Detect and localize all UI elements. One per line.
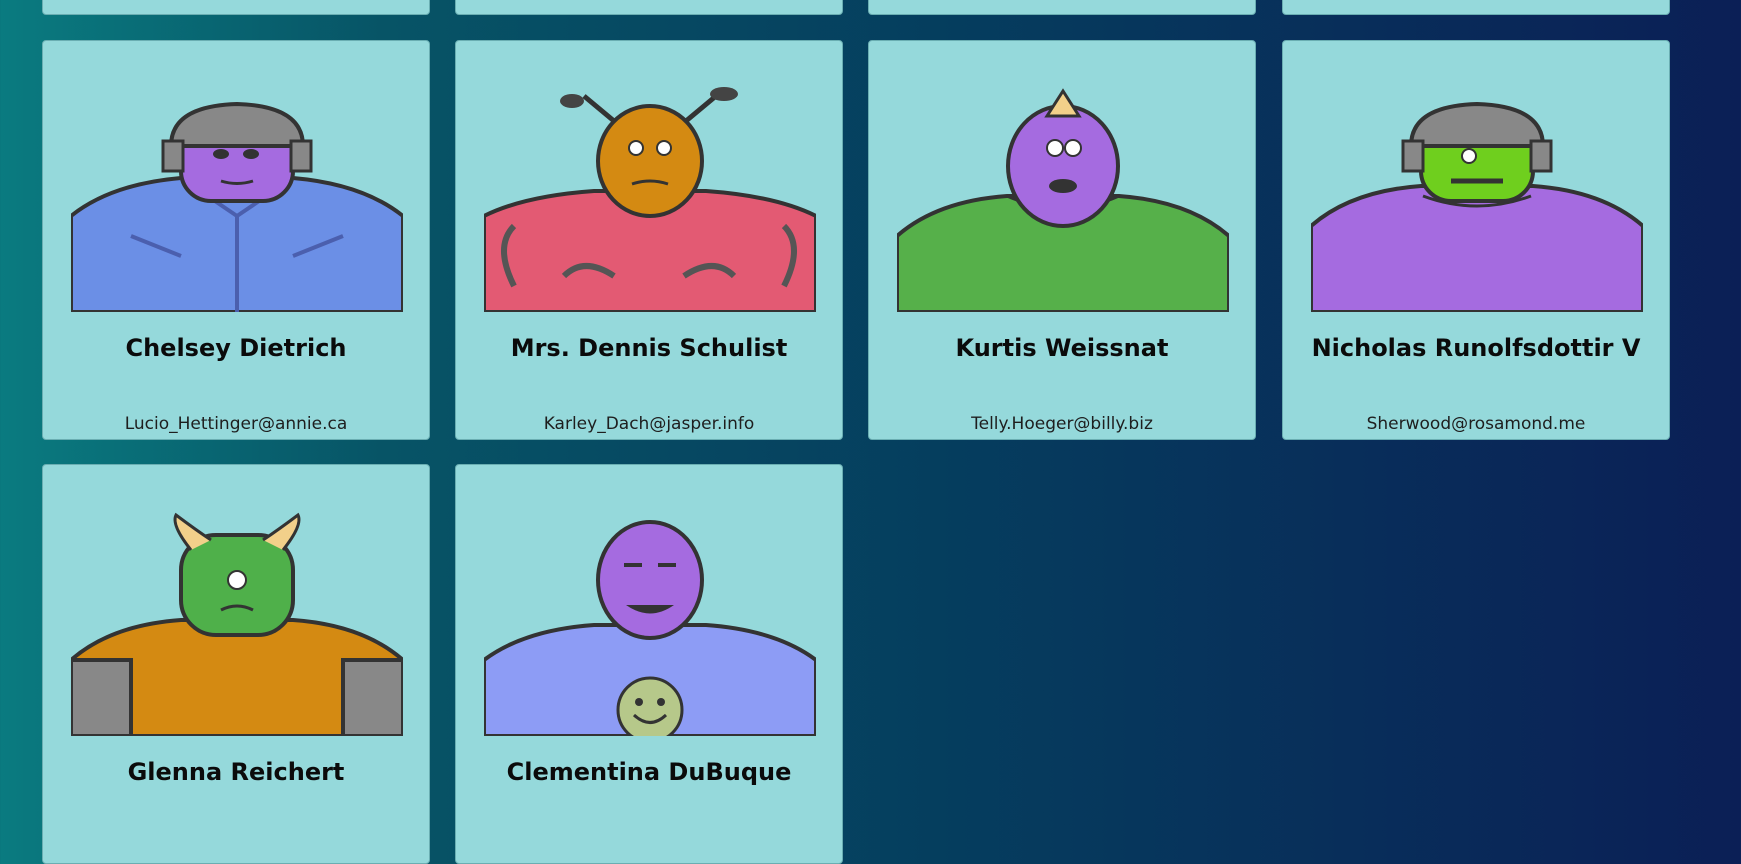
robot-name: Mrs. Dennis Schulist: [510, 334, 788, 362]
robot-name: Nicholas Runolfsdottir V: [1311, 334, 1641, 362]
robot-name: Chelsey Dietrich: [125, 334, 347, 362]
robot-email: Telly.Hoeger@billy.biz: [971, 414, 1153, 434]
horned-cyclops-robot-icon: [897, 86, 1229, 312]
robot-card[interactable]: Chelsey Dietrich Lucio_Hettinger@annie.c…: [42, 40, 430, 440]
helmeted-robot-icon: [1311, 86, 1643, 312]
robot-name: Glenna Reichert: [127, 758, 345, 786]
robot-name: Clementina DuBuque: [506, 758, 792, 786]
robot-card[interactable]: Kurtis Weissnat Telly.Hoeger@billy.biz: [868, 40, 1256, 440]
robot-card[interactable]: Nicholas Runolfsdottir V Sherwood@rosamo…: [1282, 40, 1670, 440]
robot-email: Karley_Dach@jasper.info: [543, 414, 755, 434]
smiley-robot-icon: [484, 510, 816, 736]
robot-card-partial[interactable]: [455, 0, 843, 15]
antenna-robot-icon: [484, 86, 816, 312]
robot-email: Sherwood@rosamond.me: [1366, 414, 1586, 434]
helmeted-robot-icon: [71, 86, 403, 312]
robot-card[interactable]: Glenna Reichert: [42, 464, 430, 864]
robot-email: Lucio_Hettinger@annie.ca: [124, 414, 348, 434]
robot-card-partial[interactable]: [1282, 0, 1670, 15]
robot-card[interactable]: Clementina DuBuque: [455, 464, 843, 864]
robot-card-partial[interactable]: [868, 0, 1256, 15]
robot-name: Kurtis Weissnat: [955, 334, 1169, 362]
robot-card[interactable]: Mrs. Dennis Schulist Karley_Dach@jasper.…: [455, 40, 843, 440]
horned-robot-icon: [71, 510, 403, 736]
robot-card-partial[interactable]: [42, 0, 430, 15]
